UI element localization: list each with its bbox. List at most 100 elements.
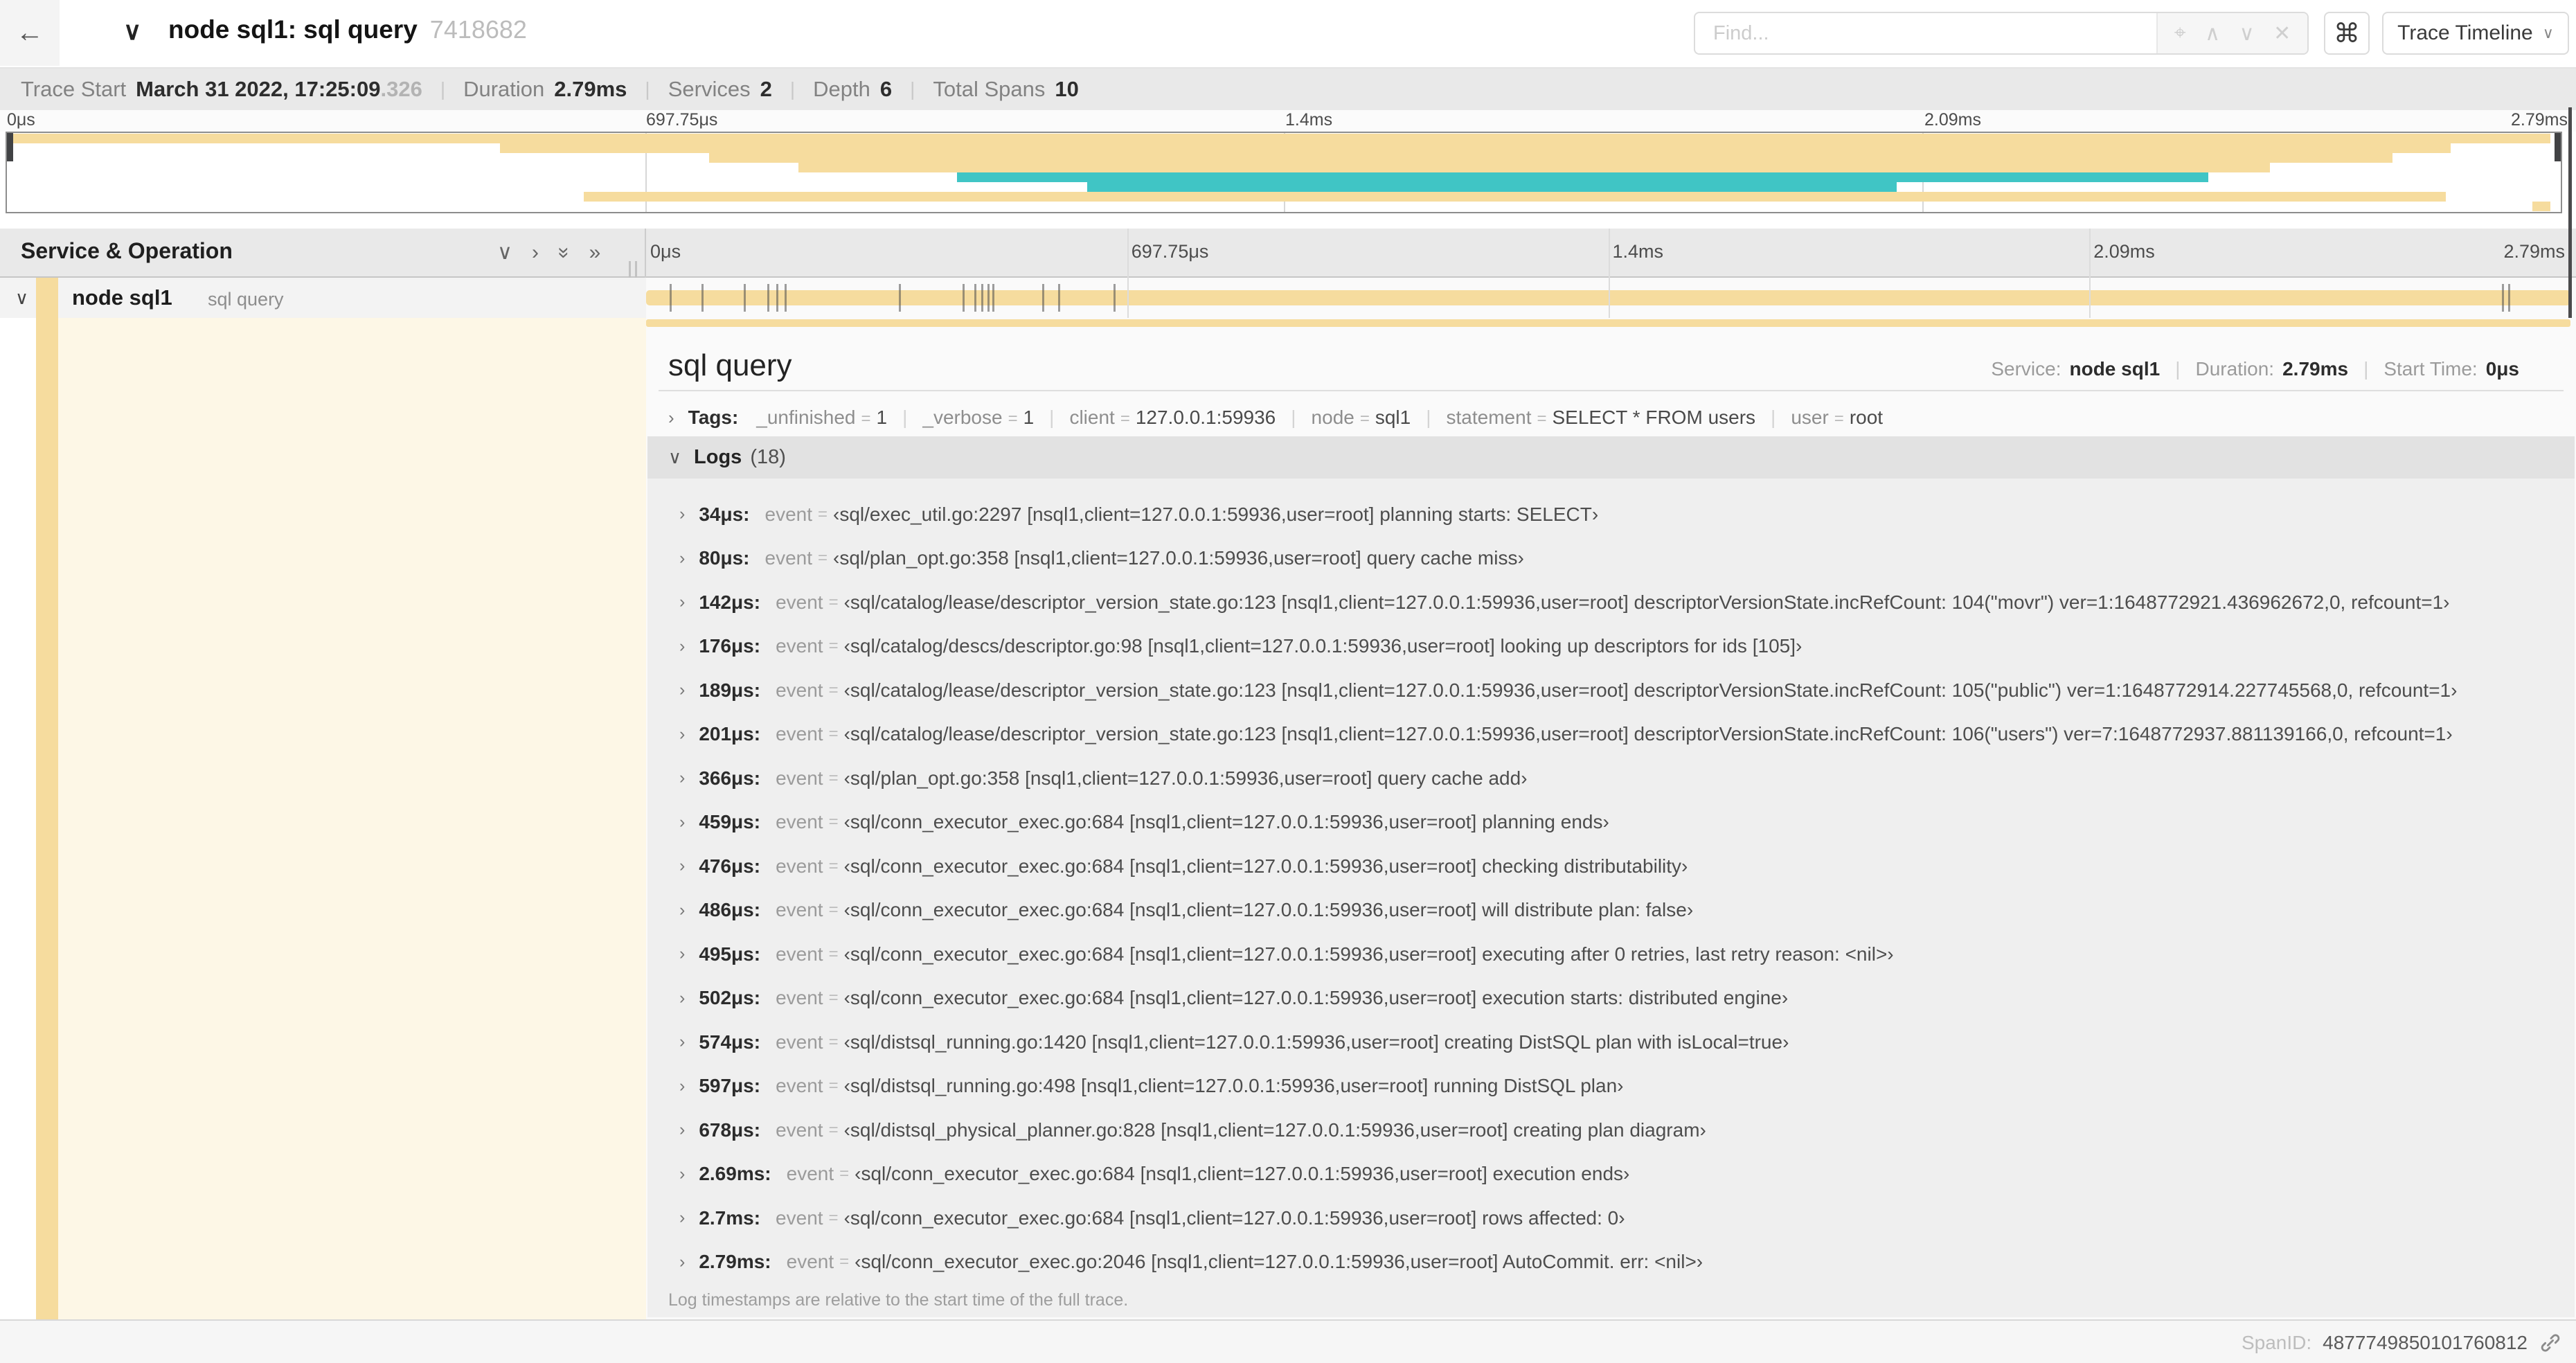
chevron-right-icon: › [679,1076,686,1096]
trace-summary-item: Services 2 [668,77,772,102]
log-entry-row[interactable]: › 366μs: event = ‹sql/plan_opt.go:358 [nsql1… [647,756,2575,801]
log-timestamp: 201μs: [699,723,761,745]
span-collapse-chevron-icon[interactable]: ∨ [15,287,28,309]
log-timestamp: 476μs: [699,855,761,877]
minimap-tick-label: 2.09ms [1924,110,1981,130]
trace-summary-item: Duration 2.79ms [463,77,627,102]
equals-sign: = [828,856,839,875]
equals-sign: = [1120,409,1130,428]
separator: | [1771,407,1776,428]
span-id-value: 4877749850101760812 [2323,1331,2528,1353]
equals-sign: = [1359,409,1370,428]
equals-sign: = [818,549,828,568]
log-entry-row[interactable]: › 476μs: event = ‹sql/conn_executor_exec.go:… [647,844,2575,889]
timeline-right-bound[interactable] [2568,107,2572,331]
log-entry-row[interactable]: › 176μs: event = ‹sql/catalog/descs/descript… [647,625,2575,669]
log-entry-row[interactable]: › 502μs: event = ‹sql/conn_executor_exec.go:… [647,977,2575,1021]
tag-item: _verbose = 1 [922,407,1034,429]
log-entry-row[interactable]: › 597μs: event = ‹sql/distsql_running.go:498… [647,1064,2575,1109]
log-field-key: event [776,811,823,833]
back-button[interactable]: ← [0,0,60,66]
span-log-tick [974,284,977,312]
span-log-tick [963,284,965,312]
find-input[interactable] [1695,13,2156,53]
log-field-key: event [776,855,823,877]
collapse-one-icon[interactable]: ∨ [497,240,512,265]
log-field-key: event [776,1119,823,1141]
tags-section-header[interactable]: › Tags: _unfinished = 1 | _verbose = 1 | client =… [668,407,1883,429]
log-field-key: event [776,767,823,789]
tag-item: statement = SELECT * FROM users [1447,407,1756,429]
span-log-tick [744,284,746,312]
log-entry-row[interactable]: › 34μs: event = ‹sql/exec_util.go:2297 [nsql… [647,492,2575,537]
minimap-right-scrubber-handle[interactable] [2555,133,2561,161]
log-entry-row[interactable]: › 142μs: event = ‹sql/catalog/lease/descript… [647,580,2575,625]
separator: | [1291,407,1296,428]
log-entry-row[interactable]: › 678μs: event = ‹sql/distsql_physical_plann… [647,1108,2575,1152]
span-detail-accent-column [0,318,646,1319]
equals-sign: = [828,592,839,612]
log-entry-row[interactable]: › 80μs: event = ‹sql/plan_opt.go:358 [nsql1,… [647,537,2575,581]
tag-key: _unfinished [756,407,856,428]
minimap-span [956,172,2209,182]
log-entry-row[interactable]: › 574μs: event = ‹sql/distsql_running.go:142… [647,1020,2575,1064]
trace-summary-bar: Trace Start March 31 2022, 17:25:09.326 | D… [0,69,2576,110]
match-locate-icon[interactable]: ⌖ [2174,21,2186,45]
tag-item: node = sql1 [1312,407,1411,429]
trace-view-selector[interactable]: Trace Timeline ∨ [2382,12,2569,55]
minimap-span [2532,202,2551,211]
summary-label: Depth [813,77,870,101]
expand-one-icon[interactable]: › [532,241,539,265]
chevron-right-icon: › [679,856,686,876]
log-field-key: event [776,987,823,1009]
log-field-key: event [776,1075,823,1097]
collapse-all-icon[interactable]: » [552,247,575,258]
log-field-value: ‹sql/conn_executor_exec.go:684 [nsql1,cl… [843,987,1789,1009]
expand-all-icon[interactable]: » [589,241,601,265]
ruler-tick-label: 1.4ms [1612,241,1664,262]
meta-value: 0μs [2485,358,2519,380]
chevron-right-icon: › [679,1251,686,1272]
clear-search-icon[interactable]: ✕ [2273,21,2291,46]
log-entry-row[interactable]: › 2.69ms: event = ‹sql/conn_executor_exec.go… [647,1152,2575,1197]
find-controls: ⌖ ∧ ∨ ✕ [2156,13,2307,53]
link-icon[interactable] [2539,1331,2562,1355]
equals-sign: = [1008,409,1018,428]
equals-sign: = [861,409,871,428]
span-log-tick [898,284,901,312]
app-header: ← ∨ node sql1: sql query 7418682 ⌖ ∧ ∨ ✕ ⌘ T… [0,0,2576,69]
log-entry-row[interactable]: › 201μs: event = ‹sql/catalog/lease/descript… [647,713,2575,757]
log-entry-row[interactable]: › 459μs: event = ‹sql/conn_executor_exec.go:… [647,801,2575,845]
separator: | [2363,358,2369,380]
log-entry-row[interactable]: › 2.79ms: event = ‹sql/conn_executor_exec.go… [647,1240,2575,1285]
log-entry-row[interactable]: › 495μs: event = ‹sql/conn_executor_exec.go:… [647,932,2575,977]
separator: | [2175,358,2181,380]
equals-sign: = [828,768,839,787]
detail-accent-fill [58,318,646,1319]
span-log-tick [1057,284,1060,312]
trace-collapse-chevron-icon[interactable]: ∨ [123,17,141,46]
prev-match-icon[interactable]: ∧ [2205,21,2220,46]
span-log-tick [776,284,779,312]
chevron-right-icon: › [679,636,686,656]
span-bar-row[interactable] [646,278,2576,318]
log-entry-row[interactable]: › 189μs: event = ‹sql/catalog/lease/descript… [647,668,2575,713]
next-match-icon[interactable]: ∨ [2239,21,2255,46]
log-entry-row[interactable]: › 486μs: event = ‹sql/conn_executor_exec.go:… [647,889,2575,933]
logs-section-header[interactable]: ∨ Logs (18) [647,436,2575,479]
equals-sign: = [1537,409,1547,428]
equals-sign: = [1834,409,1844,428]
chevron-right-icon: › [679,1164,686,1184]
minimap-canvas[interactable] [6,132,2562,213]
minimap-left-scrubber-handle[interactable] [7,133,13,161]
log-field-value: ‹sql/distsql_running.go:498 [nsql1,clien… [843,1075,1624,1097]
timeline-collapse-controls: ∨ › » » [497,229,600,276]
span-log-tick [992,284,995,312]
column-resizer-handle[interactable] [629,261,644,279]
span-row[interactable]: ∨ node sql1 sql query [0,278,646,318]
keyboard-shortcuts-button[interactable]: ⌘ [2324,12,2370,55]
chevron-down-icon: ∨ [2542,24,2554,42]
log-entry-row[interactable]: › 2.7ms: event = ‹sql/conn_executor_exec.go:… [647,1196,2575,1240]
ruler-tick-label: 2.09ms [2093,241,2155,262]
minimap-span [798,163,2270,172]
